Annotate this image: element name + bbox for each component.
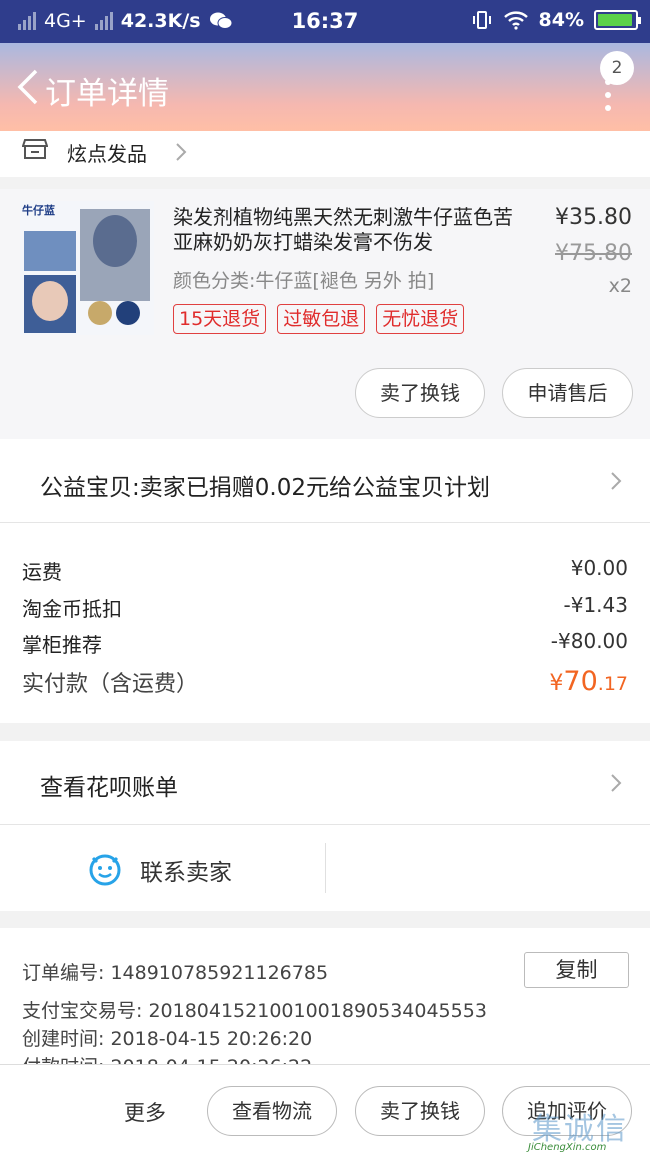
charity-row[interactable]: 公益宝贝:卖家已捐赠0.02元给公益宝贝计划 (0, 439, 650, 523)
product-thumbnail[interactable]: 牛仔蓝 (20, 201, 154, 335)
shop-discount-value: -¥80.00 (550, 629, 628, 653)
sell-for-cash-button[interactable]: 卖了换钱 (355, 368, 485, 418)
view-logistics-button[interactable]: 查看物流 (207, 1086, 337, 1136)
shipping-value: ¥0.00 (570, 556, 628, 580)
page-title: 订单详情 (45, 76, 169, 112)
divider (325, 843, 326, 893)
contact-seller-row[interactable]: 联系卖家 (0, 825, 650, 911)
tag-allergy-return: 过敏包退 (277, 304, 366, 334)
huabei-bill-row[interactable]: 查看花呗账单 (0, 741, 650, 825)
paid-row: 实付款（含运费） ¥70.17 (22, 666, 628, 698)
back-arrow-icon[interactable] (14, 67, 44, 107)
sell-for-cash-button-bottom[interactable]: 卖了换钱 (355, 1086, 485, 1136)
shipping-row: 运费 ¥0.00 (22, 556, 628, 585)
paid-amount: ¥70.17 (549, 666, 628, 698)
product-price: ¥35.80 (555, 205, 632, 230)
battery-percent: 84% (538, 9, 584, 31)
paid-currency: ¥ (549, 671, 564, 696)
wifi-icon (503, 11, 528, 30)
more-menu-icon[interactable] (605, 79, 611, 118)
customer-service-icon (89, 854, 121, 886)
more-button[interactable]: 更多 (124, 1097, 166, 1127)
coin-deduction-row: 淘金币抵扣 -¥1.43 (22, 593, 628, 622)
store-icon (22, 139, 48, 159)
product-image (20, 201, 154, 335)
battery-icon (594, 10, 641, 30)
tag-15day-return: 15天退货 (173, 304, 267, 334)
paid-integer: 70 (563, 666, 598, 697)
coin-label: 淘金币抵扣 (22, 597, 122, 621)
product-card[interactable]: 牛仔蓝 染发剂植物纯黑天然无刺激牛仔蓝色苦亚麻奶奶灰打蜡染发膏不伤发 颜色分类:… (0, 189, 650, 439)
tag-worry-free-return: 无忧退货 (376, 304, 465, 334)
apply-after-sale-button[interactable]: 申请售后 (502, 368, 633, 418)
huabei-text: 查看花呗账单 (40, 775, 178, 801)
watermark-url: JiChengXin.com (528, 1142, 607, 1153)
copy-button[interactable]: 复制 (524, 952, 629, 988)
shipping-label: 运费 (22, 560, 62, 584)
product-title[interactable]: 染发剂植物纯黑天然无刺激牛仔蓝色苦亚麻奶奶灰打蜡染发膏不伤发 (173, 205, 528, 255)
shop-discount-row: 掌柜推荐 -¥80.00 (22, 629, 628, 658)
status-bar: 4G+ 42.3K/s 16:37 84% (0, 0, 650, 43)
charity-text: 公益宝贝:卖家已捐赠0.02元给公益宝贝计划 (40, 475, 490, 501)
watermark: 集诚信 JiChengXin.com (528, 1104, 646, 1155)
order-info: 订单编号: 148910785921126785 复制 支付宝交易号: 2018… (0, 928, 650, 1068)
chevron-right-icon (611, 774, 622, 792)
shop-row[interactable]: 炫点发品 (0, 131, 650, 177)
shop-name: 炫点发品 (67, 142, 147, 166)
coin-value: -¥1.43 (563, 593, 628, 617)
product-sku: 颜色分类:牛仔蓝[褪色 另外 拍] (173, 270, 435, 292)
created-time: 创建时间: 2018-04-15 20:26:20 (22, 1028, 313, 1050)
shop-discount-label: 掌柜推荐 (22, 633, 102, 657)
contact-seller-label: 联系卖家 (140, 860, 232, 886)
fee-summary: 运费 ¥0.00 淘金币抵扣 -¥1.43 掌柜推荐 -¥80.00 实付款（含… (0, 523, 650, 723)
paid-decimal: .17 (597, 673, 628, 695)
product-quantity: x2 (608, 275, 632, 297)
original-price: ¥75.80 (555, 241, 632, 266)
vibrate-icon (472, 11, 491, 29)
chevron-right-icon (176, 143, 187, 161)
order-number: 订单编号: 148910785921126785 (22, 962, 329, 984)
thumbnail-label: 牛仔蓝 (22, 204, 55, 217)
alipay-trade-number: 支付宝交易号: 2018041521001001890534045553 (22, 1000, 487, 1022)
header: 订单详情 2 (0, 43, 650, 131)
chevron-right-icon (611, 472, 622, 490)
paid-label: 实付款（含运费） (22, 672, 199, 697)
